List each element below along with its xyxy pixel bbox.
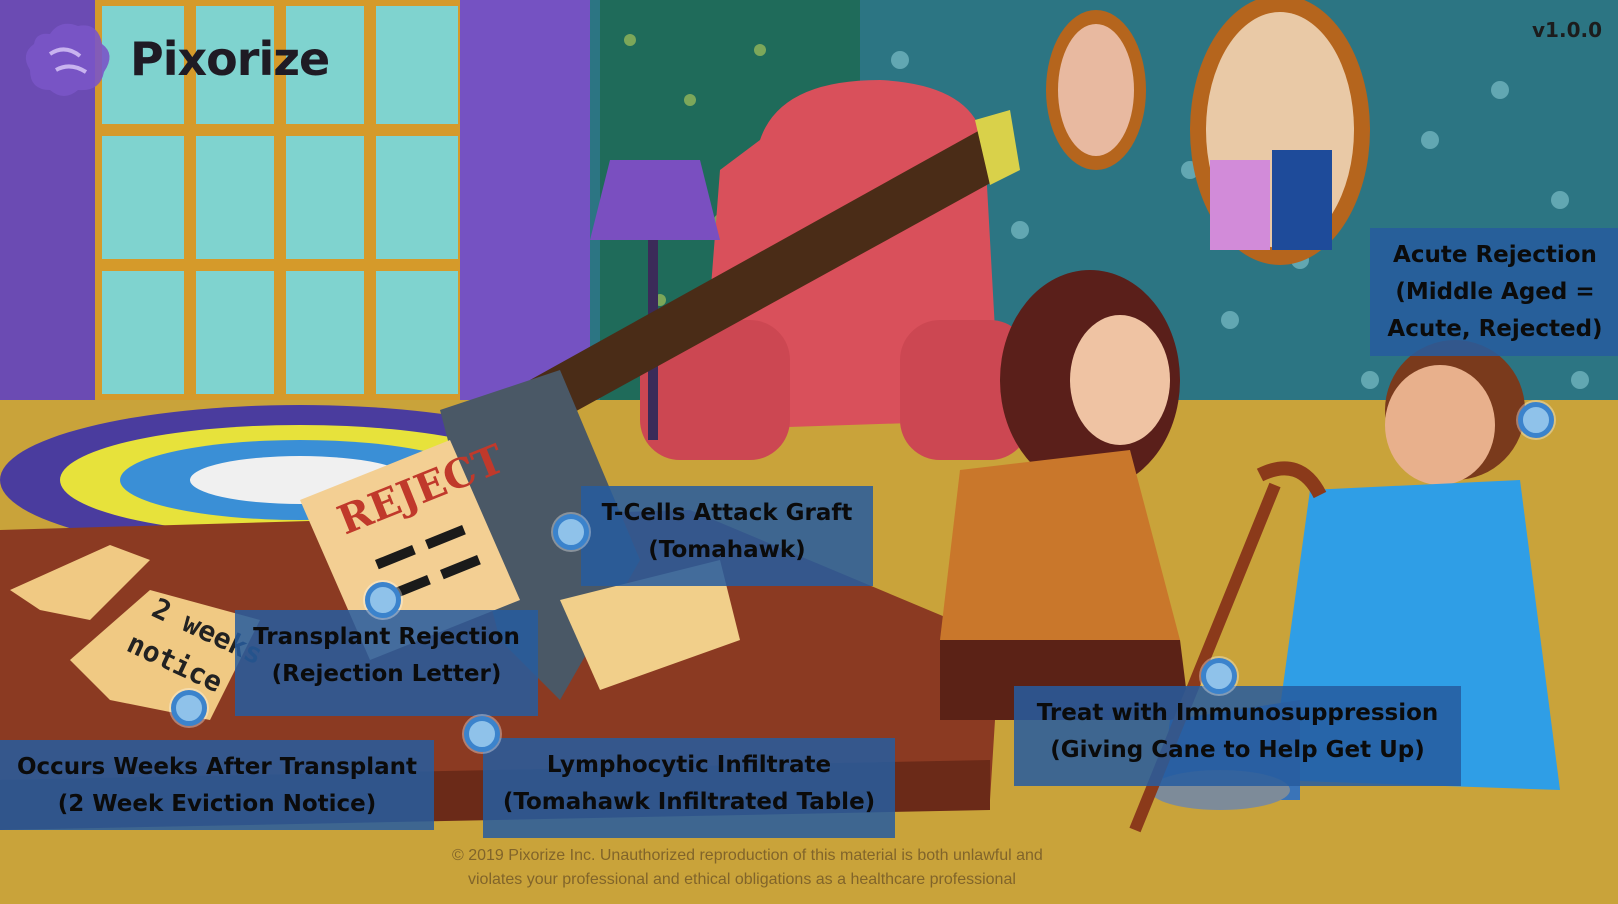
hotspot-acute-rejection[interactable]: [1518, 402, 1554, 438]
pixorize-logo: Pixorize: [20, 14, 330, 104]
label-title: Lymphocytic Infiltrate: [546, 752, 832, 778]
label-line: (Tomahawk): [648, 537, 806, 563]
hotspot-lymphocytic-infiltrate[interactable]: [464, 716, 500, 752]
brain-logo-icon: [25, 23, 110, 96]
label-line: (Middle Aged =: [1395, 279, 1595, 305]
copyright-line-2: violates your professional and ethical o…: [468, 871, 1016, 888]
label-occurs-weeks-after-transplant: Occurs Weeks After Transplant (2 Week Ev…: [0, 740, 434, 830]
version-label: v1.0.0: [1532, 18, 1602, 42]
label-title: Acute Rejection: [1393, 242, 1597, 268]
logo-wordmark: Pixorize: [130, 32, 330, 86]
label-line: (Tomahawk Infiltrated Table): [502, 789, 876, 815]
label-t-cells-attack-graft: T-Cells Attack Graft (Tomahawk): [581, 486, 873, 586]
label-acute-rejection: Acute Rejection (Middle Aged = Acute, Re…: [1370, 228, 1618, 356]
label-title: T-Cells Attack Graft: [601, 500, 853, 526]
label-title: Transplant Rejection: [253, 624, 520, 650]
hotspot-treat-with-immunosuppression[interactable]: [1201, 658, 1237, 694]
label-transplant-rejection: Transplant Rejection (Rejection Letter): [235, 610, 538, 716]
label-line: (Rejection Letter): [271, 661, 502, 687]
label-line: (2 Week Eviction Notice): [57, 791, 377, 817]
hotspot-transplant-rejection[interactable]: [365, 582, 401, 618]
hotspot-t-cells-attack-graft[interactable]: [553, 514, 589, 550]
hotspot-occurs-weeks-after-transplant[interactable]: [171, 690, 207, 726]
label-treat-with-immunosuppression: Treat with Immunosuppression (Giving Can…: [1014, 686, 1461, 786]
label-title: Occurs Weeks After Transplant: [16, 754, 418, 780]
label-lymphocytic-infiltrate: Lymphocytic Infiltrate (Tomahawk Infiltr…: [483, 738, 895, 838]
label-line: (Giving Cane to Help Get Up): [1050, 737, 1425, 763]
copyright-notice: © 2019 Pixorize Inc. Unauthorized reprod…: [452, 844, 1202, 892]
copyright-line-1: © 2019 Pixorize Inc. Unauthorized reprod…: [452, 847, 1043, 864]
label-line: Acute, Rejected): [1387, 316, 1603, 342]
illustration-stage: REJECT 2 weeks notice Pixorize v1.0.0 Ac…: [0, 0, 1618, 904]
label-title: Treat with Immunosuppression: [1036, 700, 1439, 726]
